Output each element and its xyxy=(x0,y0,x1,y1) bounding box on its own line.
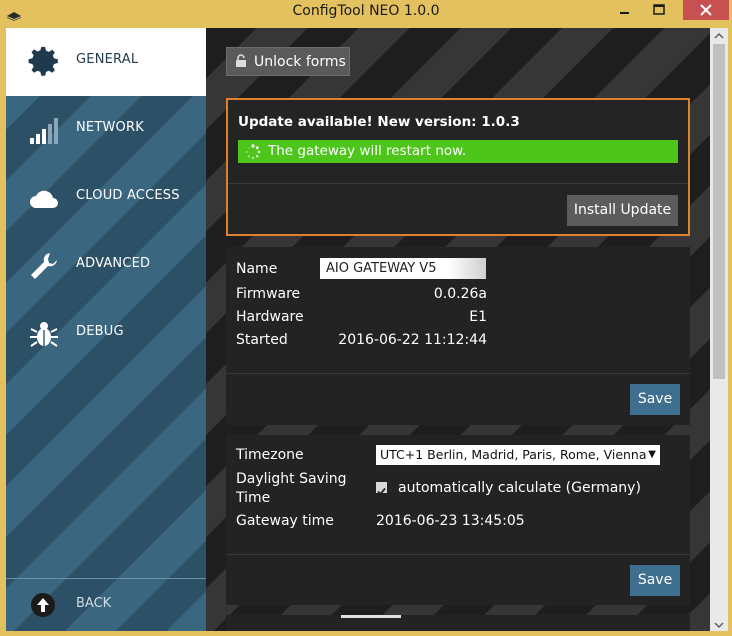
vertical-scrollbar[interactable] xyxy=(710,28,728,631)
sidebar-item-network[interactable]: NETWORK xyxy=(6,96,206,164)
update-panel: Update available! New version: 1.0.3 The… xyxy=(226,98,690,236)
dst-checkbox-label: automatically calculate (Germany) xyxy=(398,480,641,496)
divider xyxy=(226,554,690,555)
update-title: Update available! New version: 1.0.3 xyxy=(238,114,520,130)
sidebar-item-label: DEBUG xyxy=(76,324,124,339)
restart-status-bar: The gateway will restart now. xyxy=(238,140,678,163)
sidebar: GENERAL NETWORK CLOUD ACCESS ADVANCED DE… xyxy=(6,28,206,631)
cloud-icon xyxy=(28,182,60,214)
gateway-time-label: Gateway time xyxy=(236,513,334,529)
scroll-down-icon[interactable] xyxy=(710,617,728,631)
install-update-button[interactable]: Install Update xyxy=(567,195,678,226)
name-label: Name xyxy=(236,261,278,277)
timezone-selected-value: UTC+1 Berlin, Madrid, Paris, Rome, Vienn… xyxy=(380,447,647,462)
minimize-button[interactable] xyxy=(606,0,642,20)
dst-checkbox[interactable] xyxy=(376,482,387,496)
spinner-icon xyxy=(245,144,261,160)
scroll-thumb[interactable] xyxy=(713,44,725,379)
maximize-button[interactable] xyxy=(642,0,678,20)
lock-icon xyxy=(235,54,247,68)
unlock-forms-button[interactable]: Unlock forms xyxy=(226,47,350,76)
firmware-label: Firmware xyxy=(236,286,301,302)
restart-status-text: The gateway will restart now. xyxy=(268,143,467,159)
sidebar-item-debug[interactable]: DEBUG xyxy=(6,300,206,368)
next-panel xyxy=(226,615,690,631)
gateway-time-value: 2016-06-23 13:45:05 xyxy=(376,513,525,529)
sidebar-item-cloud-access[interactable]: CLOUD ACCESS xyxy=(6,164,206,232)
timezone-label: Timezone xyxy=(236,447,304,463)
divider xyxy=(228,183,688,184)
started-value: 2016-06-22 11:12:44 xyxy=(338,332,487,348)
wrench-icon xyxy=(28,250,60,282)
name-input-edge xyxy=(448,258,486,279)
bug-icon xyxy=(28,318,60,350)
sidebar-item-label: GENERAL xyxy=(76,52,139,67)
close-button[interactable] xyxy=(683,0,729,20)
divider xyxy=(226,373,690,374)
save-info-button[interactable]: Save xyxy=(630,384,680,415)
save-time-button[interactable]: Save xyxy=(630,565,680,596)
dst-label-line2: Time xyxy=(236,490,271,506)
gateway-info-panel: Name AIO GATEWAY V5 Firmware 0.0.26a Har… xyxy=(226,247,690,425)
dst-label-line1: Daylight Saving xyxy=(236,471,347,487)
unlock-forms-label: Unlock forms xyxy=(254,54,346,70)
panel-tab xyxy=(341,615,401,618)
dropdown-arrow-icon: ▼ xyxy=(648,449,656,460)
sidebar-item-label: ADVANCED xyxy=(76,256,151,271)
back-label: BACK xyxy=(76,596,112,611)
sidebar-item-label: NETWORK xyxy=(76,120,144,135)
back-button[interactable]: BACK xyxy=(6,580,206,630)
gear-icon xyxy=(28,46,60,78)
back-arrow-icon xyxy=(30,592,56,618)
checkmark-icon xyxy=(377,487,386,496)
firmware-value: 0.0.26a xyxy=(433,286,487,302)
scroll-up-icon[interactable] xyxy=(710,28,728,42)
hardware-value: E1 xyxy=(469,309,487,325)
hardware-label: Hardware xyxy=(236,309,304,325)
sidebar-item-advanced[interactable]: ADVANCED xyxy=(6,232,206,300)
main-content: Unlock forms Update available! New versi… xyxy=(206,28,710,631)
time-settings-panel: Timezone UTC+1 Berlin, Madrid, Paris, Ro… xyxy=(226,435,690,605)
sidebar-item-label: CLOUD ACCESS xyxy=(76,188,180,203)
sidebar-item-general[interactable]: GENERAL xyxy=(6,28,206,96)
signal-bars-icon xyxy=(28,114,60,146)
started-label: Started xyxy=(236,332,288,348)
timezone-select[interactable]: UTC+1 Berlin, Madrid, Paris, Rome, Vienn… xyxy=(376,445,660,465)
title-bar: ConfigTool NEO 1.0.0 xyxy=(0,0,732,28)
sidebar-divider xyxy=(6,578,206,579)
